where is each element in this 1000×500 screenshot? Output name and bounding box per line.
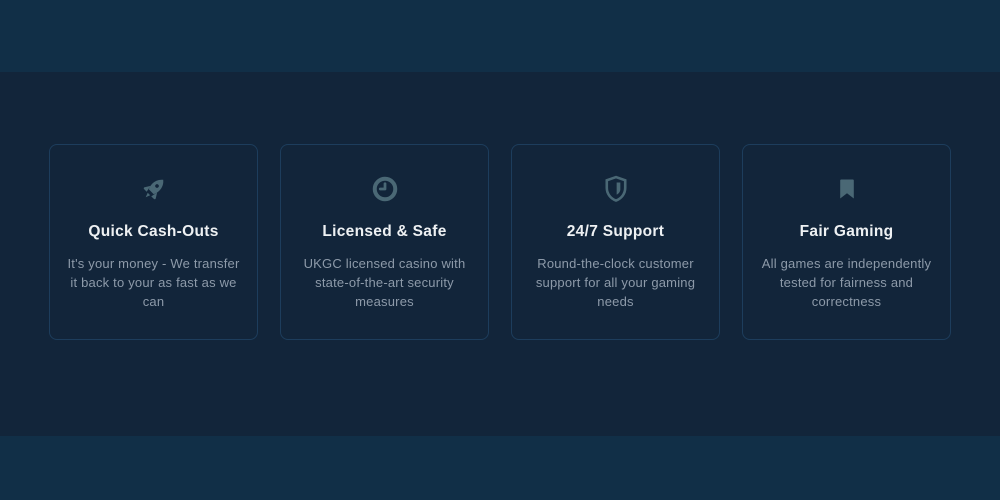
footer-band (0, 436, 1000, 500)
rocket-icon (62, 173, 245, 205)
feature-card-quick-cashouts: Quick Cash-Outs It's your money - We tra… (49, 144, 258, 340)
feature-description: It's your money - We transfer it back to… (63, 255, 245, 312)
feature-title: Licensed & Safe (293, 223, 476, 241)
feature-title: Quick Cash-Outs (62, 223, 245, 241)
feature-card-licensed-safe: Licensed & Safe UKGC licensed casino wit… (280, 144, 489, 340)
feature-description: UKGC licensed casino with state-of-the-a… (294, 255, 476, 312)
feature-card-support: 24/7 Support Round-the-clock customer su… (511, 144, 720, 340)
feature-title: Fair Gaming (755, 223, 938, 241)
feature-description: All games are independently tested for f… (756, 255, 938, 312)
header-band (0, 0, 1000, 72)
feature-description: Round-the-clock customer support for all… (525, 255, 707, 312)
clock-icon (293, 173, 476, 205)
feature-title: 24/7 Support (524, 223, 707, 241)
feature-card-fair-gaming: Fair Gaming All games are independently … (742, 144, 951, 340)
bookmark-icon (755, 173, 938, 205)
features-section: Quick Cash-Outs It's your money - We tra… (0, 72, 1000, 436)
shield-icon (524, 173, 707, 205)
feature-cards-row: Quick Cash-Outs It's your money - We tra… (49, 144, 951, 340)
